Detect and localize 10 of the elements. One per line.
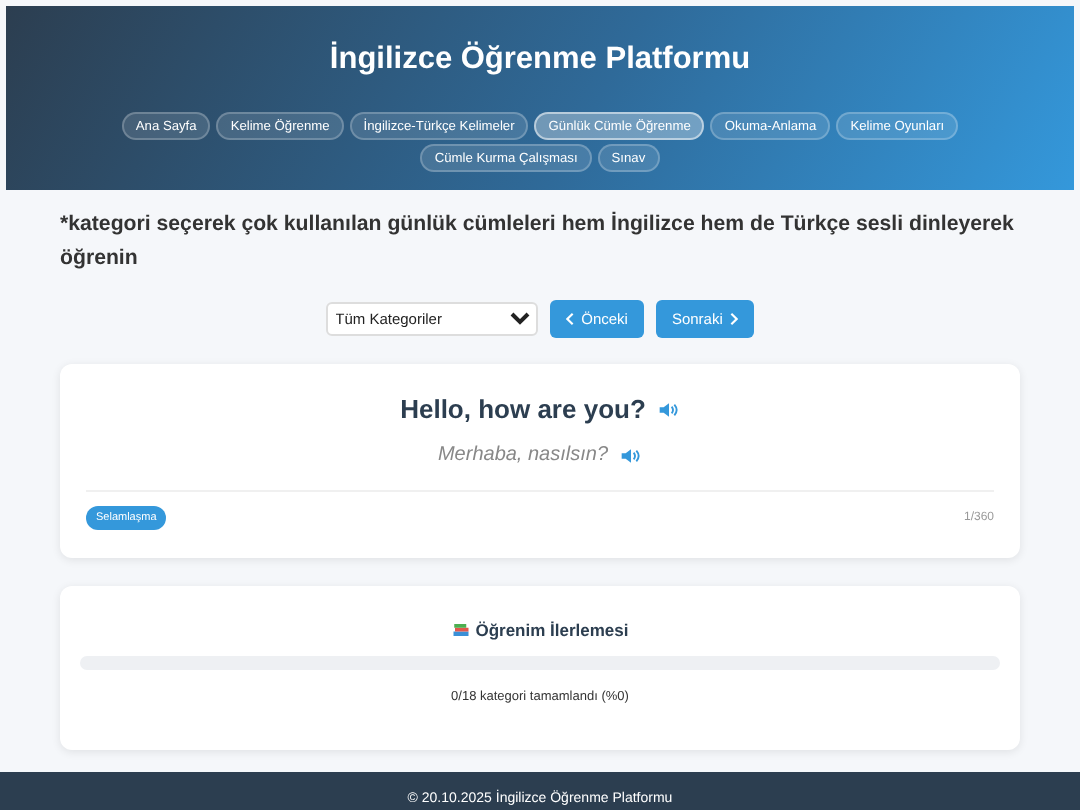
site-title: İngilizce Öğrenme Platformu (329, 42, 751, 78)
books-icon (451, 622, 470, 638)
english-sentence: Hello, how are you? (400, 394, 646, 424)
chevron-left-icon (565, 312, 574, 326)
turkish-sentence: Merhaba, nasılsın? (437, 444, 609, 466)
speaker-icon[interactable] (620, 447, 643, 463)
progress-title: Öğrenim İlerlemesi (475, 620, 629, 640)
chevron-right-icon (730, 312, 739, 326)
instruction-text: *kategori seçerek çok kullanılan günlük cümleleri hem İngilizce hem de Türkçe sesli dinleyerek öğrenin (60, 209, 1016, 274)
speaker-icon[interactable] (657, 401, 680, 417)
